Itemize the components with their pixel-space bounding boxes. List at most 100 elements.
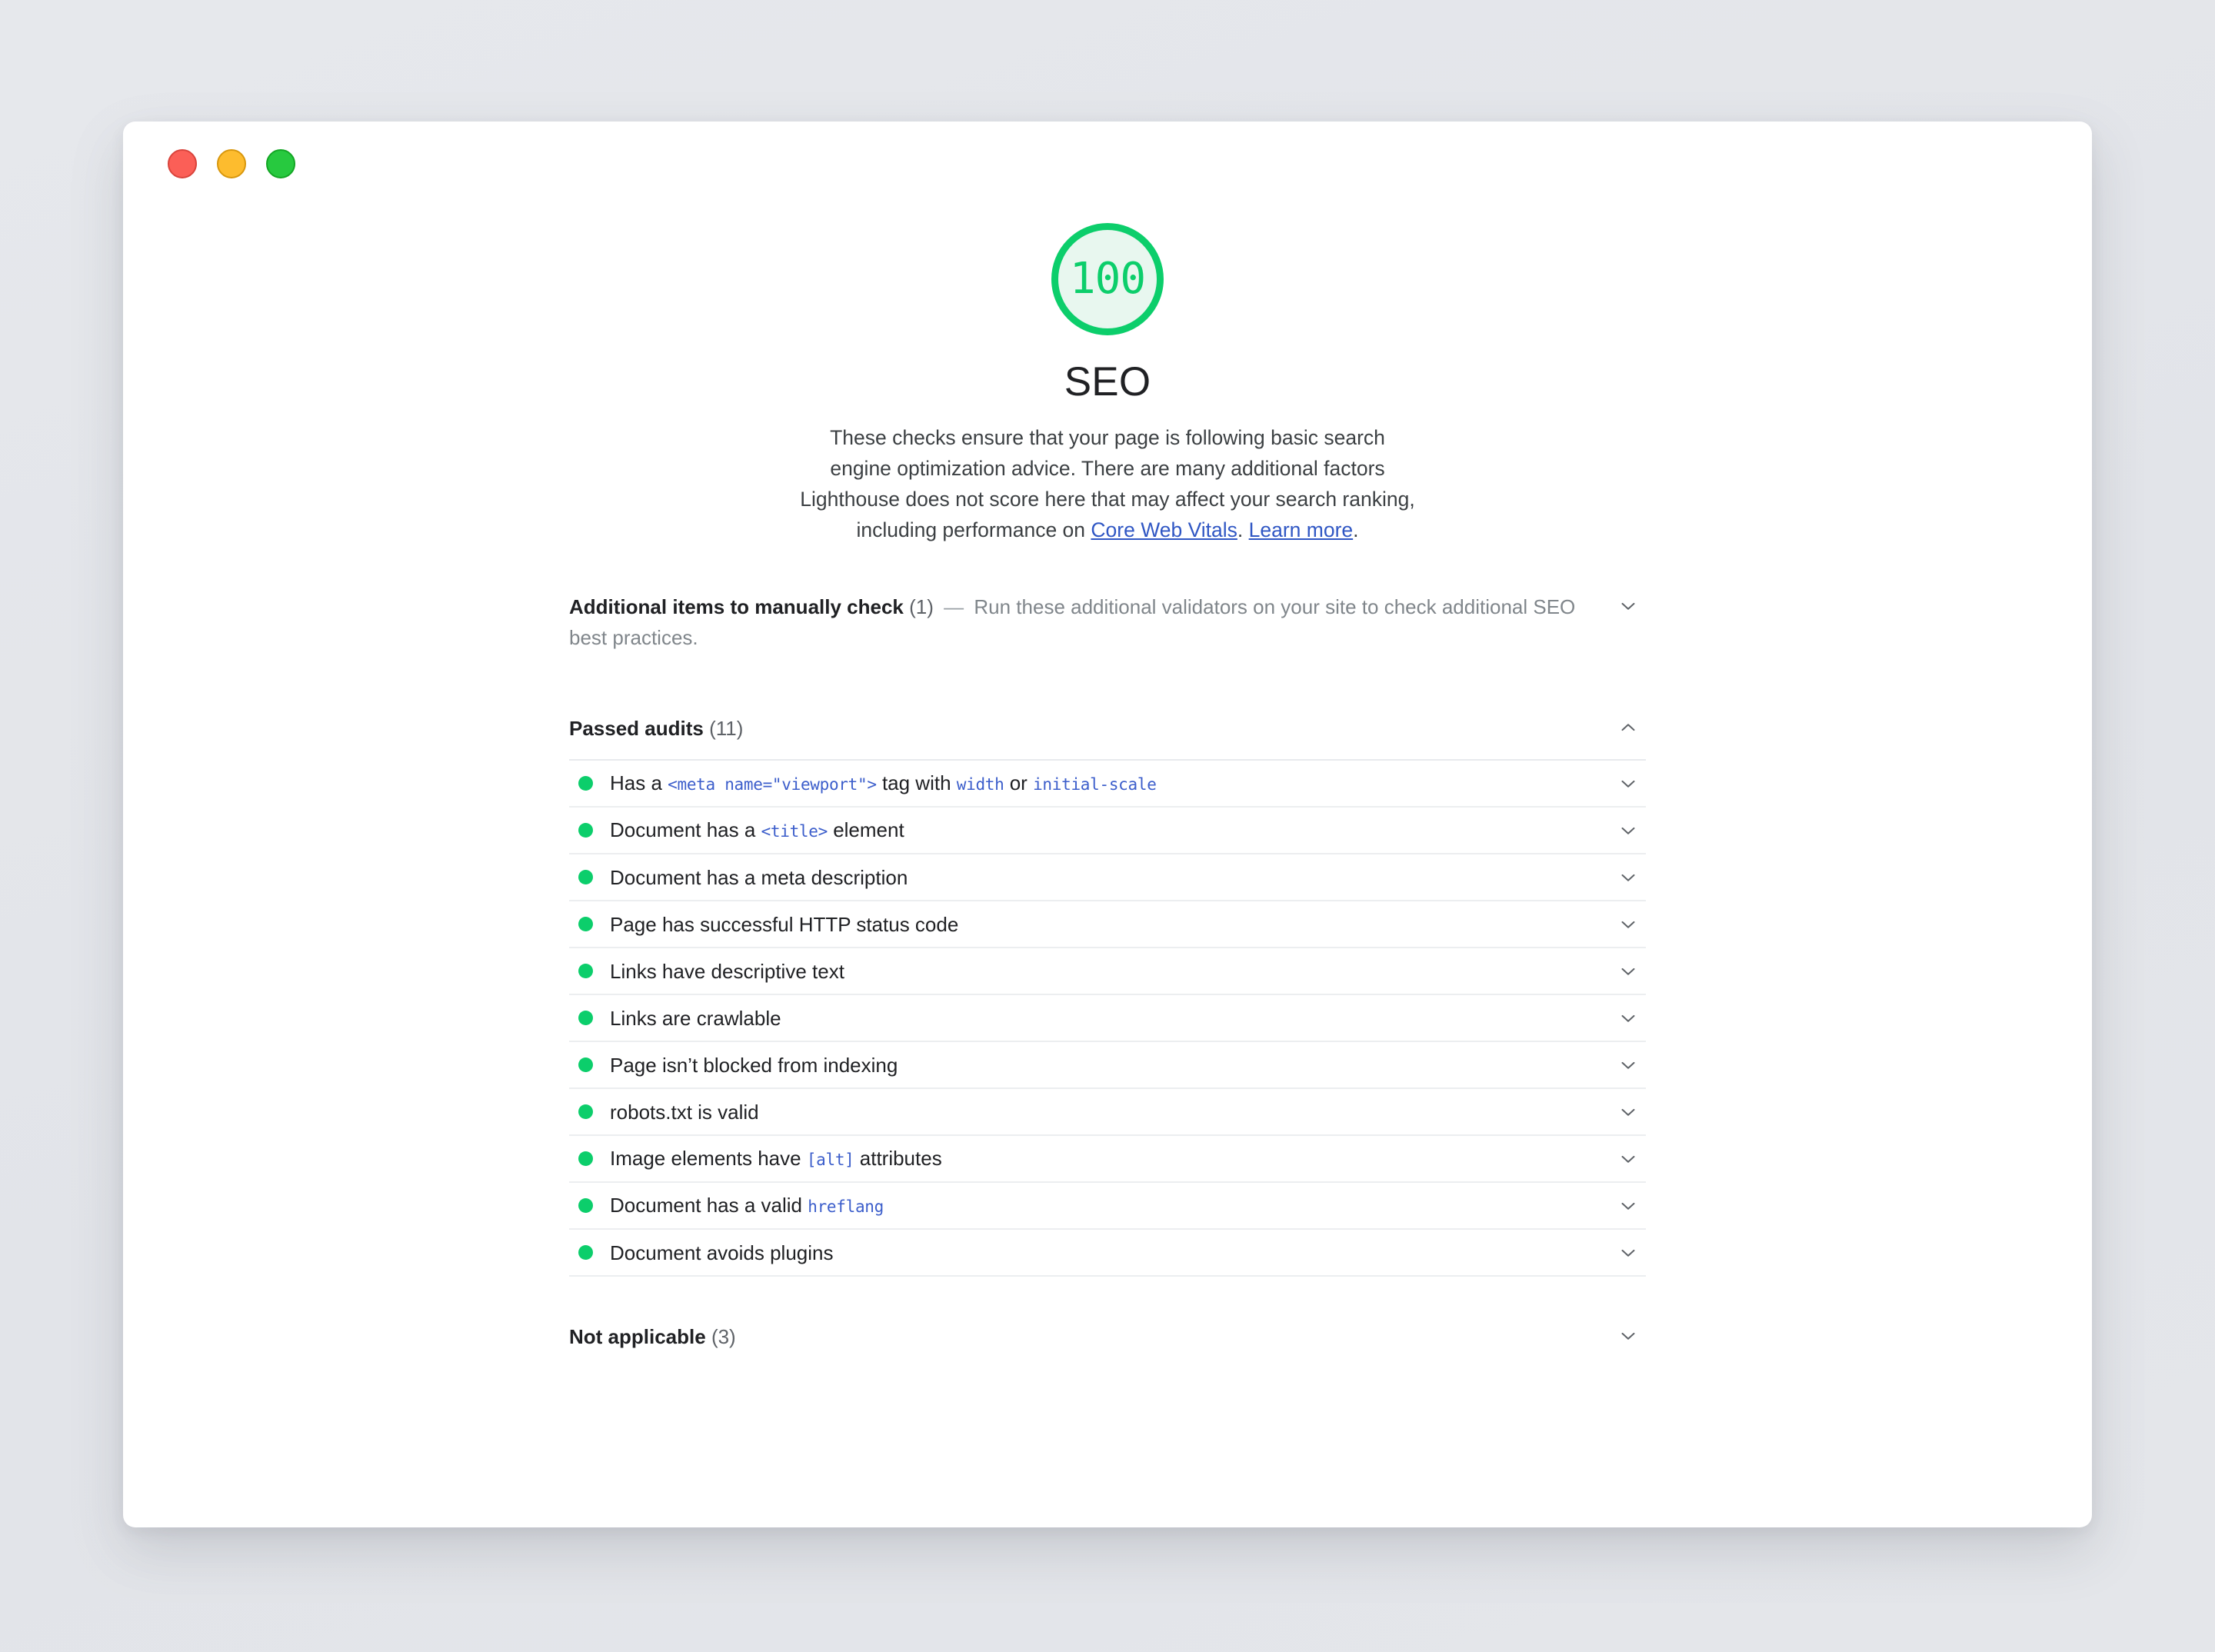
audit-title: robots.txt is valid bbox=[610, 1097, 759, 1127]
chevron-down-icon[interactable] bbox=[1617, 819, 1640, 842]
lighthouse-seo-report: 100 SEO These checks ensure that your pa… bbox=[123, 206, 2092, 1367]
passed-audits-list: Has a <meta name="viewport"> tag with wi… bbox=[569, 759, 1646, 1275]
core-web-vitals-link[interactable]: Core Web Vitals bbox=[1091, 518, 1237, 541]
audit-row[interactable]: Links are crawlable bbox=[569, 994, 1646, 1041]
chevron-down-icon[interactable] bbox=[1617, 1147, 1640, 1171]
audit-code-snippet: hreflang bbox=[808, 1197, 884, 1216]
section-manual-check-text: Additional items to manually check (1) —… bbox=[569, 591, 1646, 653]
chevron-down-icon[interactable] bbox=[1617, 1194, 1640, 1217]
chevron-down-icon[interactable] bbox=[1617, 913, 1640, 936]
score-header: 100 SEO These checks ensure that your pa… bbox=[123, 223, 2092, 545]
section-manual-check-title: Additional items to manually check bbox=[569, 595, 904, 618]
audit-text-segment: Document has a meta description bbox=[610, 865, 908, 889]
chevron-down-icon[interactable] bbox=[1617, 772, 1640, 795]
section-manual-check[interactable]: Additional items to manually check (1) —… bbox=[569, 578, 1646, 668]
audit-text-segment: attributes bbox=[854, 1146, 942, 1170]
pass-status-icon bbox=[578, 870, 593, 884]
category-description: These checks ensure that your page is fo… bbox=[800, 422, 1415, 545]
score-value: 100 bbox=[1069, 254, 1146, 304]
pass-status-icon bbox=[578, 1245, 593, 1260]
pass-status-icon bbox=[578, 1151, 593, 1166]
audit-text-segment: Links have descriptive text bbox=[610, 959, 844, 983]
audit-text-segment: Document has a valid bbox=[610, 1193, 808, 1217]
section-not-applicable[interactable]: Not applicable (3) bbox=[569, 1307, 1646, 1367]
chevron-down-icon[interactable] bbox=[1617, 595, 1640, 618]
pass-status-icon bbox=[578, 1104, 593, 1119]
audit-code-snippet: width bbox=[956, 774, 1004, 794]
report-sections: Additional items to manually check (1) —… bbox=[569, 545, 1646, 1367]
traffic-light-controls bbox=[168, 149, 295, 178]
pass-status-icon bbox=[578, 1198, 593, 1213]
audit-text-segment: Document has a bbox=[610, 818, 761, 841]
section-passed-audits-count: (11) bbox=[709, 717, 744, 740]
chevron-down-icon[interactable] bbox=[1617, 960, 1640, 983]
maximize-window-button[interactable] bbox=[266, 149, 295, 178]
audit-text-segment: or bbox=[1004, 771, 1034, 794]
audit-row[interactable]: Page has successful HTTP status code bbox=[569, 900, 1646, 947]
description-text-2: . bbox=[1237, 518, 1249, 541]
section-manual-check-count: (1) bbox=[909, 595, 934, 618]
audit-row[interactable]: Page isn’t blocked from indexing bbox=[569, 1041, 1646, 1087]
pass-status-icon bbox=[578, 917, 593, 931]
section-passed-audits-text: Passed audits (11) bbox=[569, 713, 1646, 744]
audit-text-segment: Page has successful HTTP status code bbox=[610, 912, 959, 936]
pass-status-icon bbox=[578, 823, 593, 838]
section-passed-audits-title: Passed audits bbox=[569, 717, 704, 740]
audit-text-segment: Image elements have bbox=[610, 1146, 807, 1170]
minimize-window-button[interactable] bbox=[217, 149, 246, 178]
learn-more-link[interactable]: Learn more bbox=[1249, 518, 1354, 541]
audit-title: Document has a valid hreflang bbox=[610, 1191, 884, 1221]
pass-status-icon bbox=[578, 1057, 593, 1072]
chevron-down-icon[interactable] bbox=[1617, 1007, 1640, 1030]
audit-row[interactable]: Document has a <title> element bbox=[569, 806, 1646, 853]
audit-row[interactable]: Image elements have [alt] attributes bbox=[569, 1134, 1646, 1181]
browser-window: 100 SEO These checks ensure that your pa… bbox=[123, 122, 2092, 1527]
page-title: SEO bbox=[1064, 359, 1151, 405]
audit-code-snippet: [alt] bbox=[806, 1150, 854, 1169]
audit-title: Has a <meta name="viewport"> tag with wi… bbox=[610, 768, 1157, 799]
seo-score-gauge: 100 bbox=[1051, 223, 1164, 335]
audit-code-snippet: initial-scale bbox=[1033, 774, 1157, 794]
audit-title: Links are crawlable bbox=[610, 1004, 781, 1033]
audit-row[interactable]: Document has a valid hreflang bbox=[569, 1181, 1646, 1228]
window-titlebar bbox=[123, 122, 2092, 206]
description-text-3: . bbox=[1353, 518, 1359, 541]
audit-title: Document has a meta description bbox=[610, 863, 908, 892]
audit-row[interactable]: robots.txt is valid bbox=[569, 1087, 1646, 1134]
section-passed-audits[interactable]: Passed audits (11) bbox=[569, 699, 1646, 759]
audit-row[interactable]: Document has a meta description bbox=[569, 853, 1646, 900]
chevron-down-icon[interactable] bbox=[1617, 1101, 1640, 1124]
chevron-down-icon[interactable] bbox=[1617, 1054, 1640, 1077]
audit-title: Image elements have [alt] attributes bbox=[610, 1144, 942, 1174]
audit-title: Page has successful HTTP status code bbox=[610, 910, 958, 939]
audit-code-snippet: <title> bbox=[761, 821, 828, 841]
audit-text-segment: Page isn’t blocked from indexing bbox=[610, 1053, 898, 1077]
chevron-down-icon[interactable] bbox=[1617, 866, 1640, 889]
section-not-applicable-text: Not applicable (3) bbox=[569, 1321, 1646, 1352]
audit-title: Document has a <title> element bbox=[610, 815, 904, 846]
desktop-background: 100 SEO These checks ensure that your pa… bbox=[0, 0, 2215, 1652]
audit-title: Links have descriptive text bbox=[610, 957, 844, 986]
section-not-applicable-title: Not applicable bbox=[569, 1325, 706, 1348]
audit-row[interactable]: Links have descriptive text bbox=[569, 947, 1646, 994]
chevron-down-icon[interactable] bbox=[1617, 1324, 1640, 1347]
audit-code-snippet: <meta name="viewport"> bbox=[668, 774, 877, 794]
pass-status-icon bbox=[578, 1011, 593, 1025]
audit-text-segment: robots.txt is valid bbox=[610, 1100, 759, 1124]
close-window-button[interactable] bbox=[168, 149, 197, 178]
audit-row[interactable]: Document avoids plugins bbox=[569, 1228, 1646, 1275]
audit-row[interactable]: Has a <meta name="viewport"> tag with wi… bbox=[569, 759, 1646, 806]
audit-title: Document avoids plugins bbox=[610, 1238, 834, 1267]
section-not-applicable-count: (3) bbox=[711, 1325, 736, 1348]
chevron-up-icon[interactable] bbox=[1617, 716, 1640, 739]
section-manual-check-dash: — bbox=[944, 595, 964, 618]
audit-text-segment: Has a bbox=[610, 771, 668, 794]
pass-status-icon bbox=[578, 964, 593, 978]
audit-text-segment: Document avoids plugins bbox=[610, 1241, 834, 1264]
audit-text-segment: element bbox=[827, 818, 904, 841]
chevron-down-icon[interactable] bbox=[1617, 1241, 1640, 1264]
audit-title: Page isn’t blocked from indexing bbox=[610, 1051, 898, 1080]
audit-text-segment: Links are crawlable bbox=[610, 1006, 781, 1030]
